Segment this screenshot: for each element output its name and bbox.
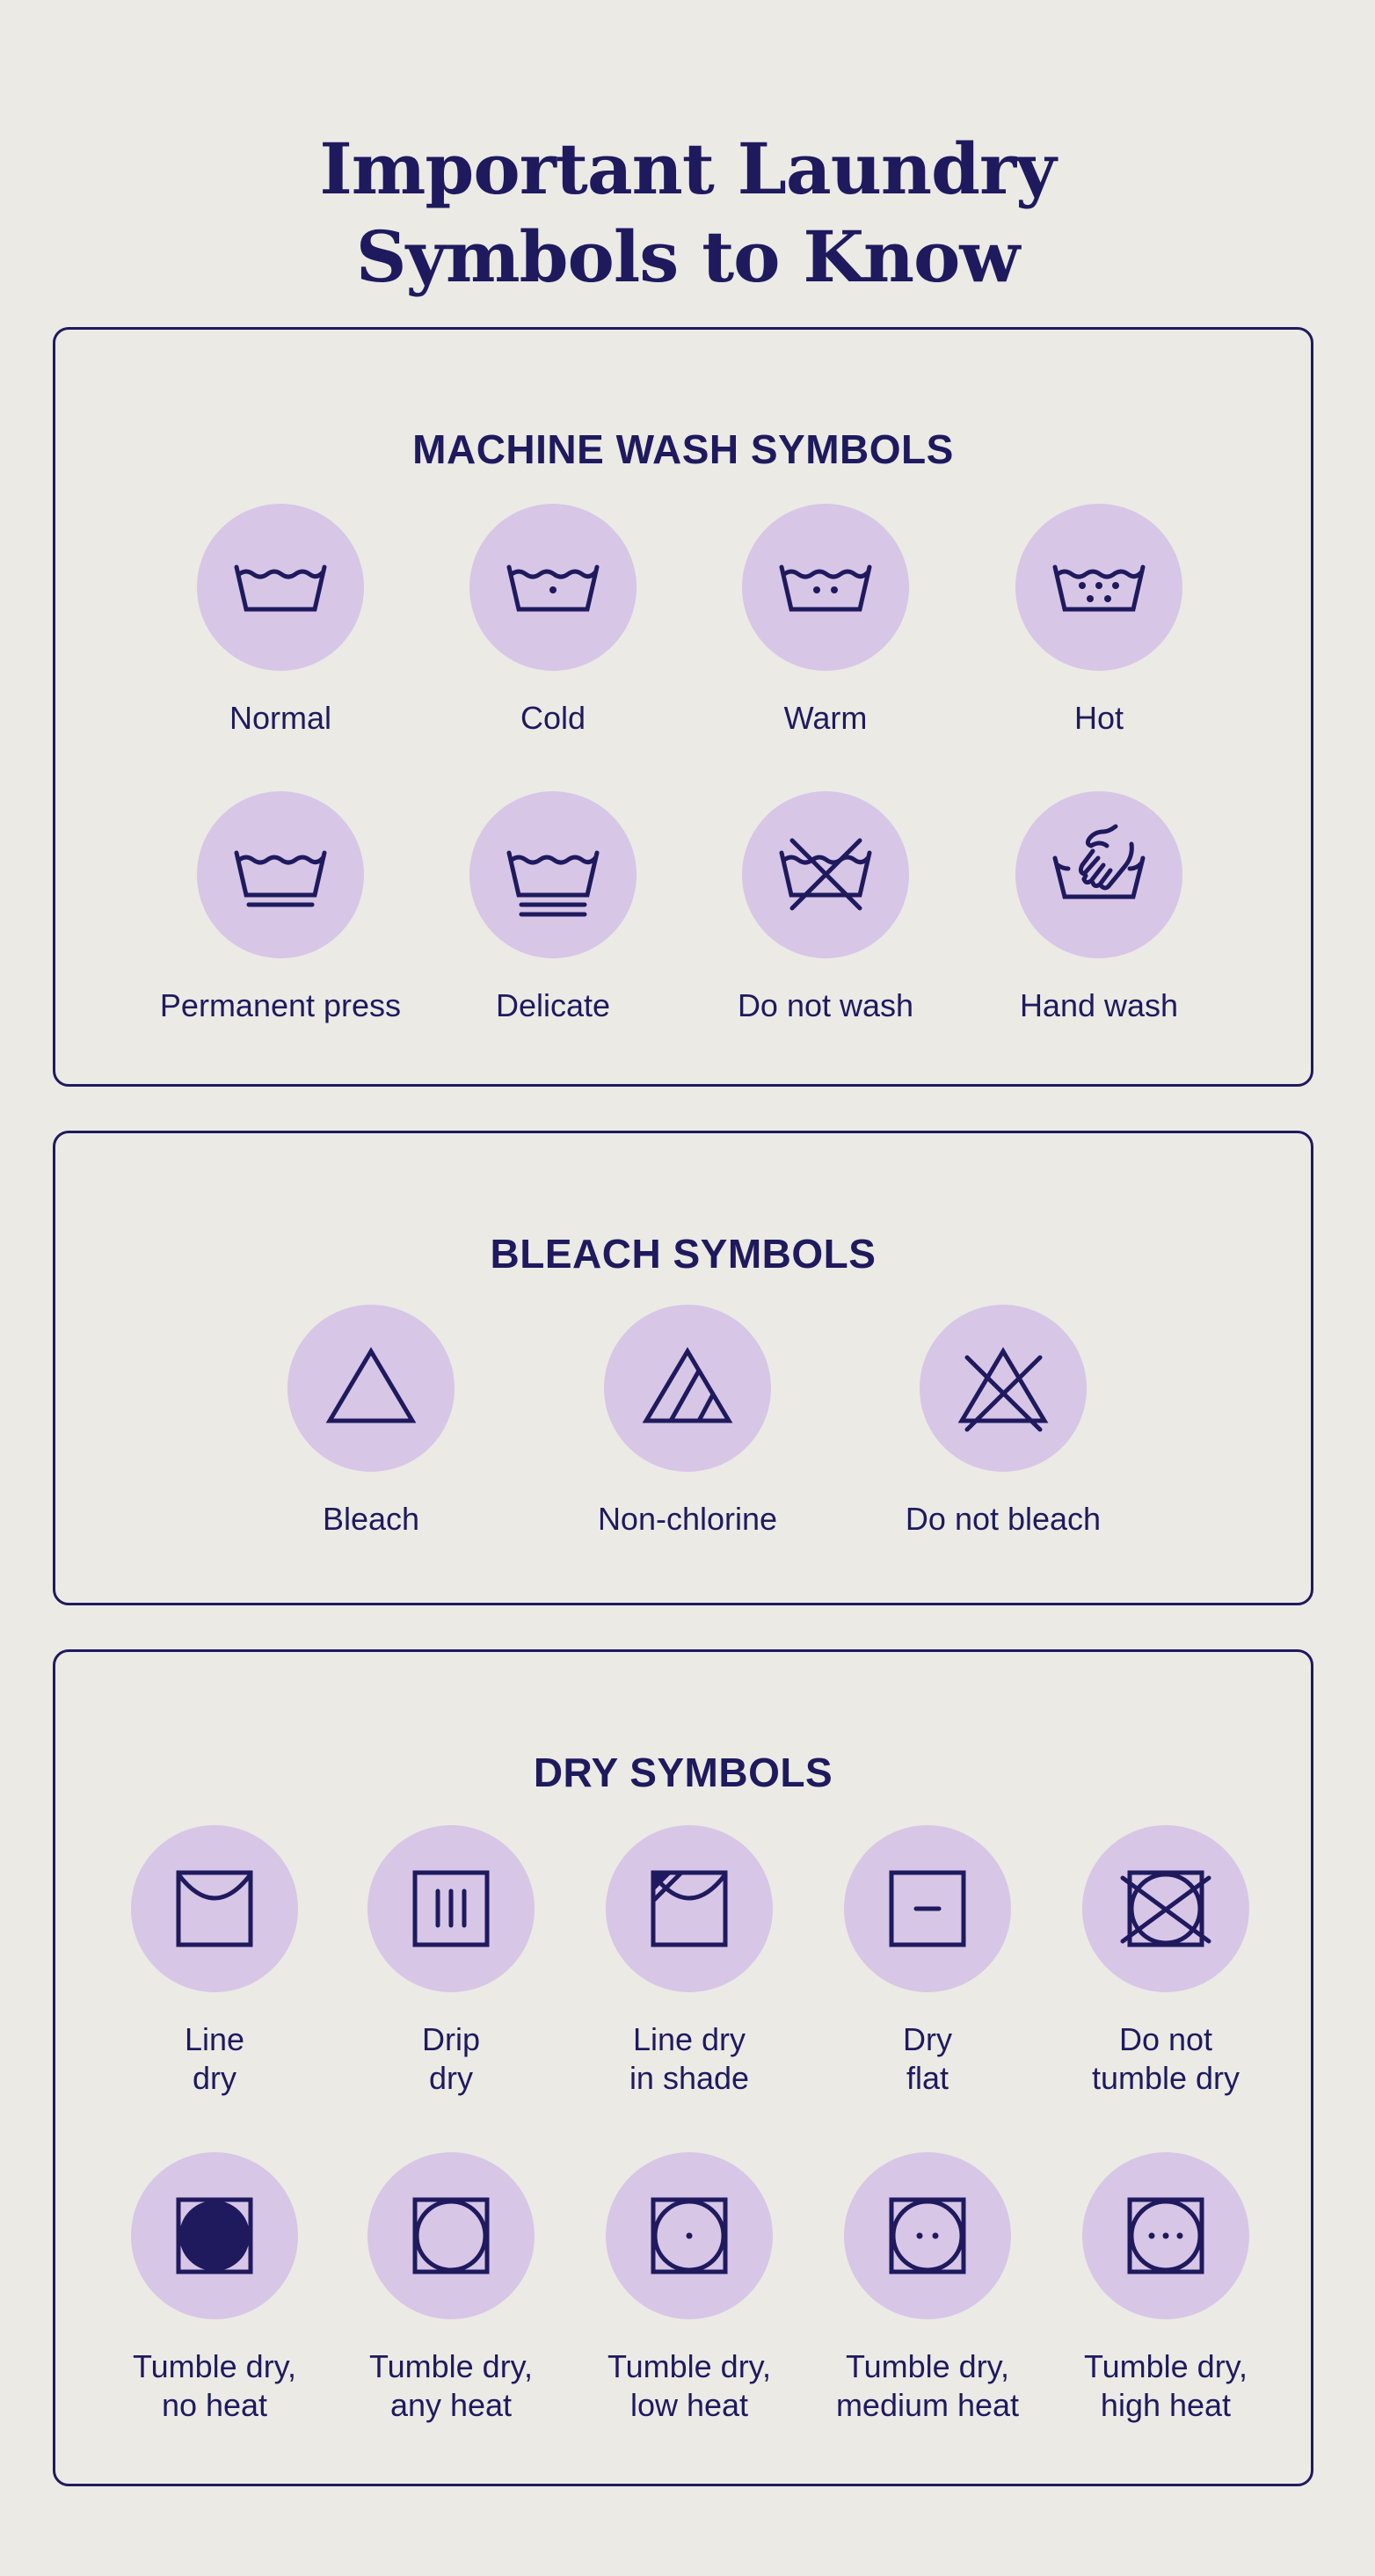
do-not-wash-icon [742,791,909,958]
drip-dry-icon [367,1825,535,1992]
symbol-label: Tumble dry, no heat [132,2348,297,2423]
symbol-label: Line dry in shade [629,2021,750,2096]
wash-warm-icon [742,504,909,671]
symbol-label: Hand wash [1019,987,1179,1023]
line-dry-shade-icon [606,1825,773,1992]
tumble-dry-low-heat-icon [606,2152,773,2319]
symbol-label: Tumble dry, any heat [368,2348,534,2423]
section-heading: BLEACH SYMBOLS [490,1231,877,1277]
tumble-dry-no-heat-icon [131,2152,298,2319]
page-title: Important Laundry Symbols to Know [0,125,1375,301]
symbol-label: Do not bleach [905,1501,1102,1537]
tumble-dry-any-heat-icon [367,2152,535,2319]
bleach-section: BLEACH SYMBOLS Bleach Non-chlorine Do no… [53,1131,1313,1605]
dry-flat-icon [844,1825,1011,1992]
machine-wash-section: MACHINE WASH SYMBOLS Normal Cold Warm Ho… [53,327,1313,1087]
line-dry-icon [131,1825,298,1992]
symbol-label: Permanent press [159,987,402,1023]
symbol-label: Do not wash [737,987,914,1023]
symbol-label: Hot [1073,700,1124,736]
symbol-label: Cold [520,700,586,736]
symbol-label: Drip dry [421,2021,480,2096]
dry-section: DRY SYMBOLS Line dry Drip dry Line dry in s… [53,1649,1313,2486]
bleach-icon [287,1305,455,1472]
title-line-1: Important Laundry [319,127,1056,210]
hand-wash-icon [1015,791,1182,958]
symbol-label: Tumble dry, low heat [607,2348,772,2423]
do-not-bleach-icon [920,1305,1087,1472]
symbol-label: Delicate [495,987,611,1023]
symbol-label: Normal [229,700,331,736]
wash-cold-icon [469,504,637,671]
symbol-label: Line dry [184,2021,245,2096]
section-heading: DRY SYMBOLS [533,1750,833,1796]
tumble-dry-medium-heat-icon [844,2152,1011,2319]
wash-hot-icon [1015,504,1182,671]
section-heading: MACHINE WASH SYMBOLS [412,426,954,473]
do-not-tumble-dry-icon [1082,1825,1249,1992]
wash-permanent-press-icon [197,791,364,958]
symbol-label: Tumble dry, medium heat [835,2348,1020,2423]
wash-normal-icon [197,504,364,671]
symbol-label: Do not tumble dry [1091,2021,1240,2096]
non-chlorine-bleach-icon [604,1305,771,1472]
symbol-label: Bleach [322,1501,420,1537]
symbol-label: Non-chlorine [597,1501,778,1537]
symbol-label: Dry flat [903,2021,952,2096]
tumble-dry-high-heat-icon [1082,2152,1249,2319]
title-line-2: Symbols to Know [355,215,1021,298]
symbol-label: Warm [783,700,868,736]
wash-delicate-icon [469,791,637,958]
symbol-label: Tumble dry, high heat [1083,2348,1248,2423]
